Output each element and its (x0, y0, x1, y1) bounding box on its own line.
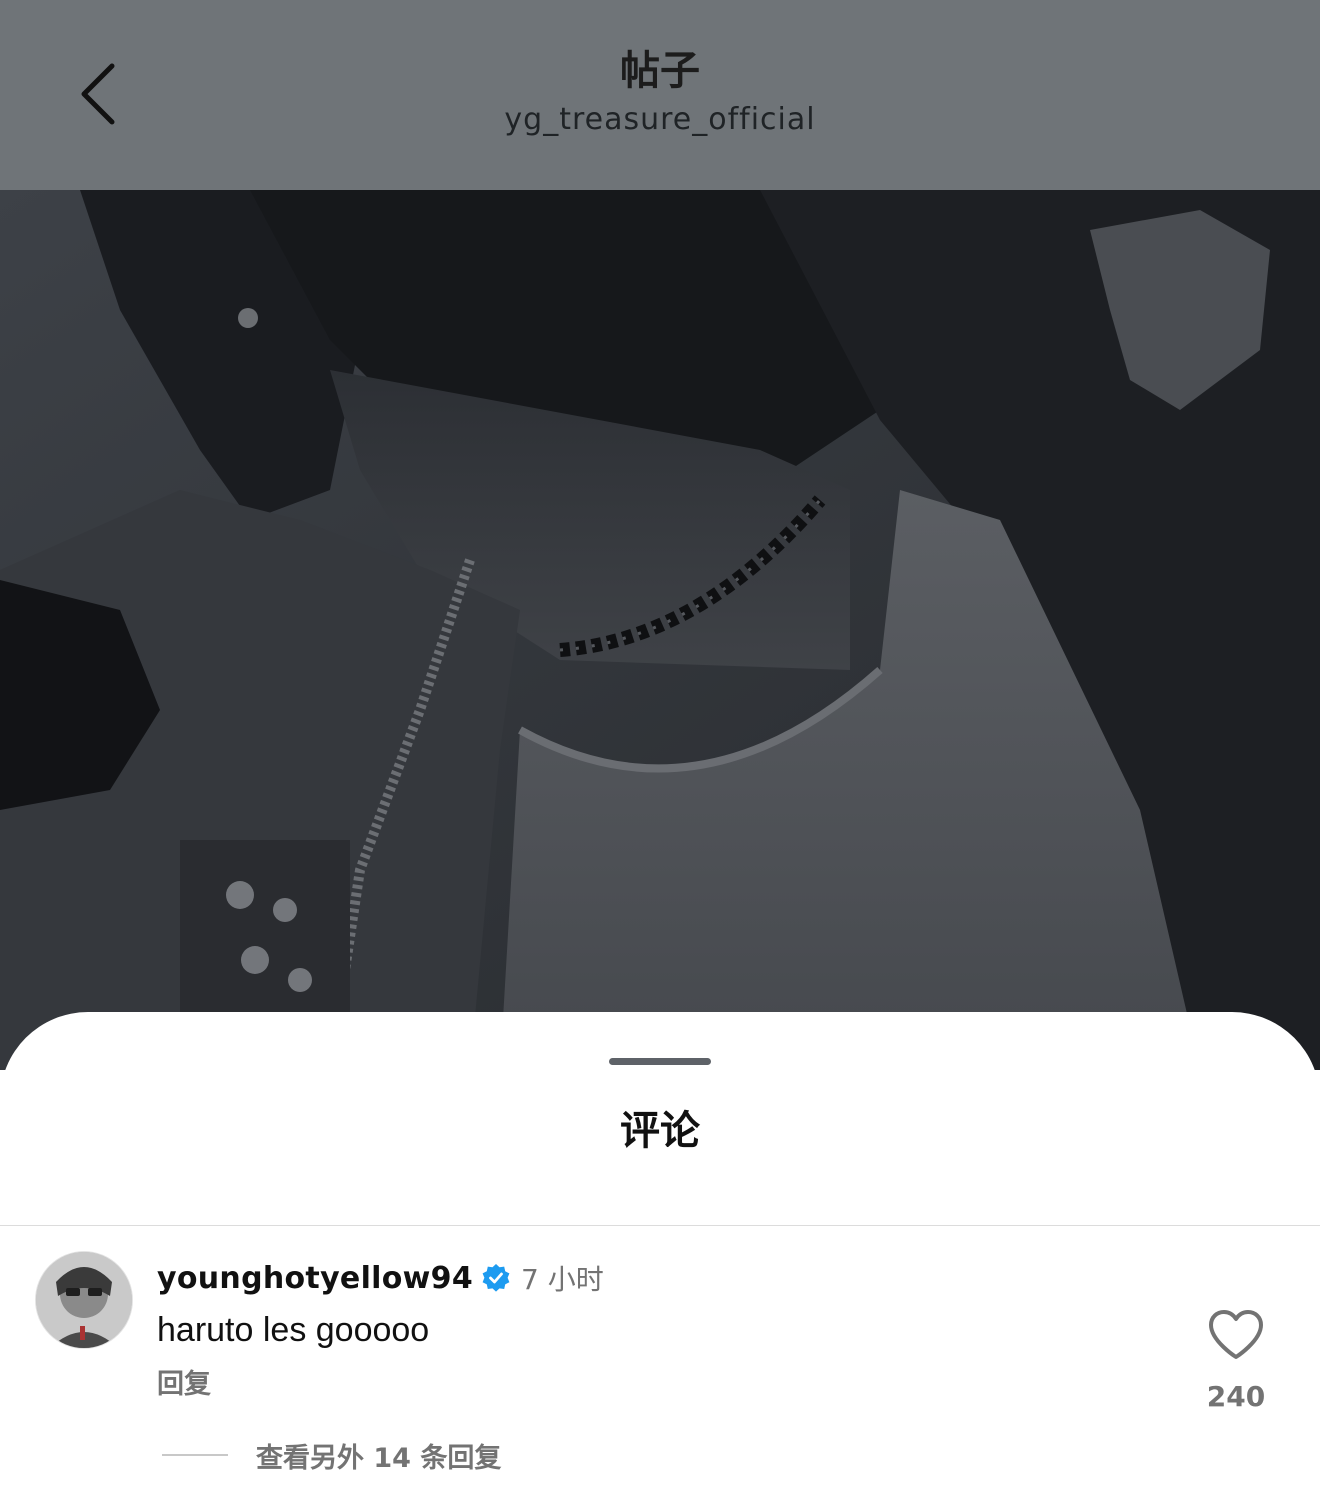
photo-illustration (0, 190, 1320, 1070)
comment-header: younghotyellow94 7 小时 (157, 1258, 604, 1298)
view-more-replies-button[interactable]: 查看另外 14 条回复 (162, 1435, 501, 1475)
post-photo (0, 190, 1320, 1070)
view-replies-label: 查看另外 14 条回复 (256, 1442, 502, 1474)
avatar[interactable] (36, 1252, 132, 1348)
comment-username[interactable]: younghotyellow94 (157, 1261, 473, 1296)
like-count: 240 (1206, 1380, 1266, 1413)
heart-outline-icon (1209, 1310, 1263, 1359)
avatar-image (36, 1252, 132, 1348)
account-name: yg_treasure_official (504, 102, 816, 137)
comment-text: haruto les gooooo (157, 1311, 430, 1349)
like-button[interactable] (1206, 1308, 1266, 1362)
comment-time: 7 小时 (521, 1263, 604, 1296)
header-divider (0, 1225, 1320, 1226)
header-titles: 帖子 yg_treasure_official (0, 44, 1320, 140)
verified-badge-icon (481, 1263, 511, 1293)
comments-title: 评论 (620, 1108, 700, 1154)
post-screen: 帖子 yg_treasure_official 评论 younghotyello… (0, 0, 1320, 1492)
sheet-grabber[interactable] (609, 1058, 711, 1065)
replies-connector-line (162, 1454, 228, 1456)
top-bar: 帖子 yg_treasure_official (0, 0, 1320, 190)
page-title: 帖子 (620, 48, 700, 94)
comments-sheet: 评论 younghotyellow94 7 小时 haruto les gooo… (0, 1012, 1320, 1492)
reply-button[interactable]: 回复 (157, 1365, 211, 1405)
